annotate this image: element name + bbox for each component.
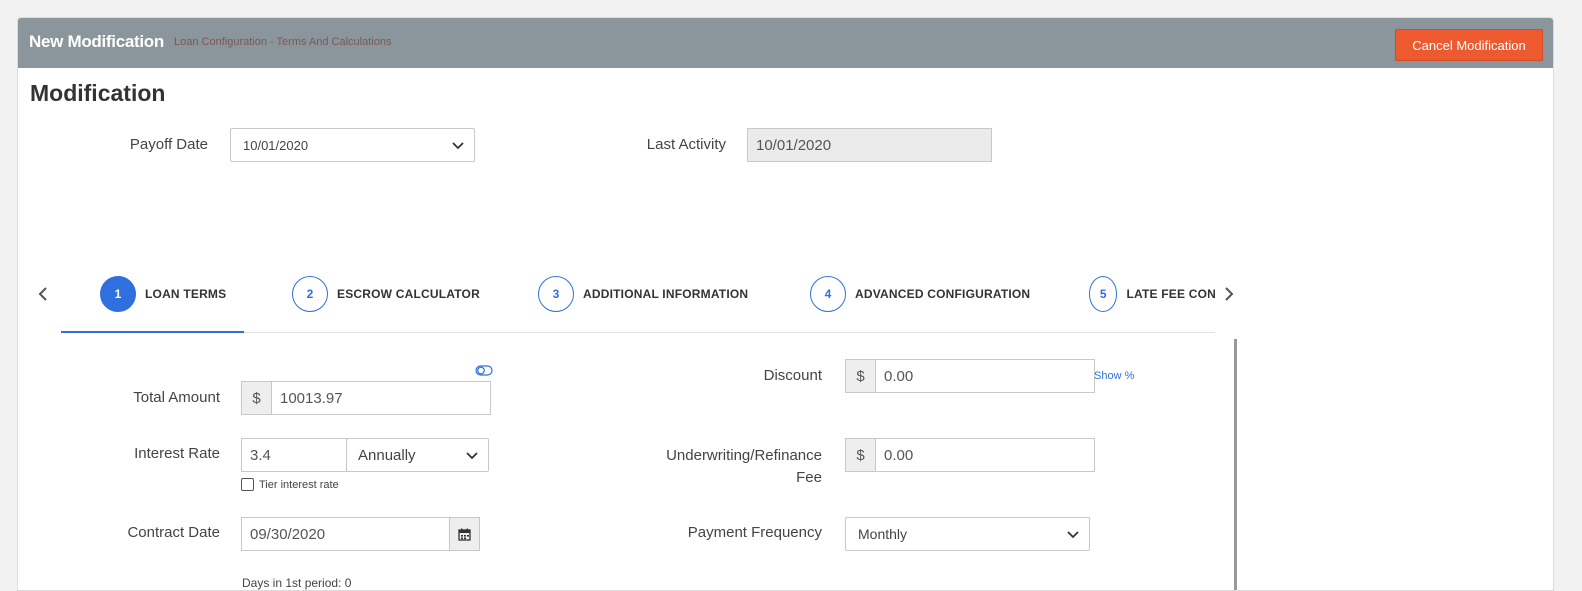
payoff-date-value: 10/01/2020 xyxy=(243,137,309,153)
interest-period-select[interactable]: Annually xyxy=(346,438,489,472)
step-number: 3 xyxy=(538,276,574,312)
total-amount-input[interactable]: 10013.97 xyxy=(271,381,491,415)
tier-interest-label: Tier interest rate xyxy=(259,478,339,491)
section-title: Modification xyxy=(30,80,166,106)
interest-period-value: Annually xyxy=(358,446,416,464)
payoff-date-select[interactable]: 10/01/2020 xyxy=(230,128,475,162)
step-label: LATE FEE CON xyxy=(1126,287,1216,301)
payment-frequency-value: Monthly xyxy=(858,526,908,542)
calendar-icon xyxy=(458,528,471,541)
show-percent-link[interactable]: Show % xyxy=(1094,370,1134,382)
panel-header: New Modification Loan Configuration - Te… xyxy=(18,18,1553,68)
chevron-down-icon xyxy=(466,452,478,460)
payoff-date-label: Payoff Date xyxy=(129,136,208,153)
step-label: ADVANCED CONFIGURATION xyxy=(855,287,1031,301)
payment-frequency-select[interactable]: Monthly xyxy=(845,517,1090,551)
cancel-modification-button[interactable]: Cancel Modification xyxy=(1395,29,1543,61)
active-step-underline xyxy=(61,331,244,333)
tier-interest-option[interactable]: Tier interest rate xyxy=(241,478,339,491)
content-scrollbar[interactable] xyxy=(1234,339,1237,590)
chevron-down-icon xyxy=(452,142,464,150)
step-advanced-configuration[interactable]: 4 ADVANCED CONFIGURATION xyxy=(810,276,1030,312)
interest-rate-label: Interest Rate xyxy=(134,445,220,462)
chevron-down-icon xyxy=(1067,531,1079,539)
header-subtitle: Loan Configuration - Terms And Calculati… xyxy=(174,36,392,48)
interest-rate-input[interactable]: 3.4 xyxy=(241,438,347,472)
days-first-period: Days in 1st period: 0 xyxy=(242,576,352,590)
step-additional-information[interactable]: 3 ADDITIONAL INFORMATION xyxy=(538,276,748,312)
underwriting-fee-input[interactable]: 0.00 xyxy=(875,438,1095,472)
currency-addon: $ xyxy=(845,438,876,472)
discount-label: Discount xyxy=(763,367,822,384)
discount-input[interactable]: 0.00 xyxy=(875,359,1095,393)
contract-date-input[interactable]: 09/30/2020 xyxy=(241,517,450,551)
underwriting-label-line1: Underwriting/Refinance xyxy=(666,447,822,464)
step-label: ESCROW CALCULATOR xyxy=(337,287,480,301)
toggle-icon[interactable] xyxy=(475,365,493,376)
step-label: LOAN TERMS xyxy=(145,287,227,301)
step-number: 5 xyxy=(1089,276,1118,312)
payment-frequency-label: Payment Frequency xyxy=(687,524,822,541)
last-activity-label: Last Activity xyxy=(646,136,726,153)
underwriting-label-line2: Fee xyxy=(796,469,822,486)
underwriting-fee-label: Underwriting/Refinance Fee xyxy=(618,445,822,489)
step-late-fee-config[interactable]: 5 LATE FEE CON xyxy=(1089,276,1216,312)
chevron-left-icon[interactable] xyxy=(36,284,50,304)
calendar-button[interactable] xyxy=(449,517,480,551)
step-number: 4 xyxy=(810,276,846,312)
header-title: New Modification xyxy=(29,32,164,51)
modification-panel: New Modification Loan Configuration - Te… xyxy=(17,17,1554,591)
currency-addon: $ xyxy=(845,359,876,393)
step-number: 2 xyxy=(292,276,328,312)
step-escrow-calculator[interactable]: 2 ESCROW CALCULATOR xyxy=(292,276,480,312)
step-loan-terms[interactable]: 1 LOAN TERMS xyxy=(100,276,226,312)
step-label: ADDITIONAL INFORMATION xyxy=(583,287,749,301)
last-activity-field: 10/01/2020 xyxy=(747,128,992,162)
tier-interest-checkbox[interactable] xyxy=(241,478,254,491)
total-amount-label: Total Amount xyxy=(133,389,220,406)
contract-date-label: Contract Date xyxy=(127,524,220,541)
step-number: 1 xyxy=(100,276,136,312)
currency-addon: $ xyxy=(241,381,272,415)
chevron-right-icon[interactable] xyxy=(1222,284,1236,304)
